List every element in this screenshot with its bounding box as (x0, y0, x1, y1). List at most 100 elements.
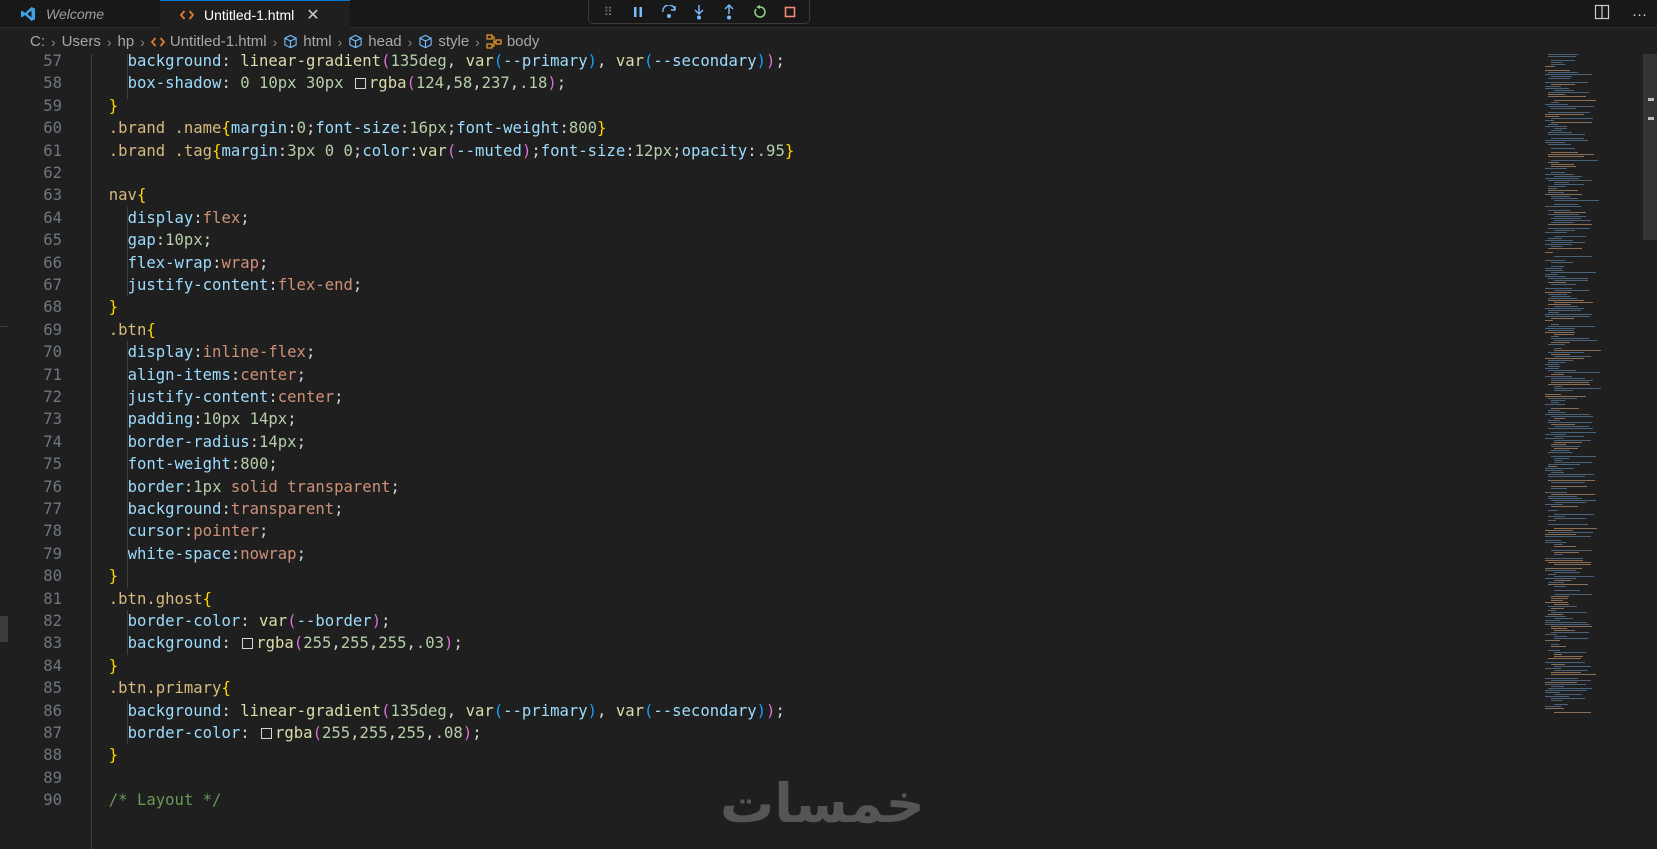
code-line[interactable]: 81 .btn.ghost{ (0, 588, 1520, 612)
minimap-line (1554, 348, 1562, 349)
minimap-line (1554, 576, 1594, 577)
close-icon[interactable]: ✕ (306, 5, 319, 25)
code-line[interactable]: 86 background: linear-gradient(135deg, v… (0, 700, 1520, 724)
code-line[interactable]: 82 border-color: var(--border); (0, 610, 1520, 634)
minimap-line (1551, 646, 1566, 647)
code-line[interactable]: 88 } (0, 744, 1520, 768)
code-line[interactable]: 77 background:transparent; (0, 498, 1520, 522)
breadcrumb-html[interactable]: html (303, 33, 331, 50)
code-line[interactable]: 70 display:inline-flex; (0, 341, 1520, 365)
minimap-line (1548, 300, 1584, 301)
minimap-line (1554, 216, 1586, 217)
code-line[interactable]: 76 border:1px solid transparent; (0, 476, 1520, 500)
minimap-line (1551, 698, 1585, 699)
step-out-icon[interactable] (718, 2, 740, 22)
code-line[interactable]: 64 display:flex; (0, 207, 1520, 231)
code-line[interactable]: 69 .btn{ (0, 319, 1520, 343)
code-line[interactable]: 75 font-weight:800; (0, 453, 1520, 477)
minimap-line (1548, 428, 1593, 429)
minimap-line (1551, 118, 1593, 119)
minimap-line (1548, 330, 1574, 331)
minimap-line (1548, 476, 1585, 477)
code-line[interactable]: 84 } (0, 655, 1520, 679)
minimap-line (1548, 298, 1577, 299)
minimap-line (1545, 74, 1592, 75)
code-line[interactable]: 79 white-space:nowrap; (0, 543, 1520, 567)
code-line[interactable]: 59 } (0, 95, 1520, 119)
code-line[interactable]: 58 box-shadow: 0 10px 30px rgba(124,58,2… (0, 72, 1520, 96)
minimap-line (1548, 366, 1560, 367)
more-actions-icon[interactable]: ··· (1632, 6, 1647, 23)
scrollbar-thumb[interactable] (1643, 54, 1657, 240)
minimap-line (1554, 390, 1573, 391)
code-line[interactable]: 73 padding:10px 14px; (0, 408, 1520, 432)
line-number: 74 (43, 432, 62, 451)
code-line[interactable]: 63 nav{ (0, 184, 1520, 208)
code-line[interactable]: 71 align-items:center; (0, 364, 1520, 388)
code-line[interactable]: 61 .brand .tag{margin:3px 0 0;color:var(… (0, 140, 1520, 164)
code-line[interactable]: 57 background: linear-gradient(135deg, v… (0, 54, 1520, 74)
minimap-line (1554, 694, 1582, 695)
code-line[interactable]: 83 background: rgba(255,255,255,.03); (0, 632, 1520, 656)
code-text: border-color: var(--border); (127, 612, 391, 630)
color-swatch[interactable] (242, 638, 254, 650)
minimap-line (1554, 462, 1592, 463)
tab-untitled-1-html[interactable]: Untitled-1.html ✕ (160, 0, 350, 28)
code-line[interactable]: 67 justify-content:flex-end; (0, 274, 1520, 298)
minimap-line (1545, 696, 1569, 697)
code-line[interactable]: 62 (0, 162, 1520, 186)
drag-handle-icon[interactable]: ⠿ (597, 2, 619, 22)
code-line[interactable]: 74 border-radius:14px; (0, 431, 1520, 455)
breadcrumb-head[interactable]: head (368, 33, 401, 50)
breadcrumb-file[interactable]: Untitled-1.html (170, 33, 267, 50)
color-swatch[interactable] (261, 728, 273, 739)
stop-icon[interactable] (779, 2, 801, 22)
code-line[interactable]: 85 .btn.primary{ (0, 677, 1520, 701)
minimap-line (1548, 210, 1570, 211)
code-line[interactable]: 65 gap:10px; (0, 229, 1520, 253)
breadcrumb-style[interactable]: style (438, 33, 469, 50)
breadcrumb-users[interactable]: Users (62, 33, 101, 50)
line-number: 85 (43, 679, 62, 698)
minimap-line (1551, 444, 1566, 445)
minimap-line (1551, 500, 1596, 501)
breadcrumb-hp[interactable]: hp (118, 33, 135, 50)
minimap[interactable] (1530, 54, 1645, 849)
code-line[interactable]: 72 justify-content:center; (0, 386, 1520, 410)
minimap-line (1548, 72, 1578, 73)
code-text: .btn{ (108, 320, 156, 339)
minimap-line (1545, 468, 1574, 469)
code-line[interactable]: 68 } (0, 296, 1520, 320)
pause-icon[interactable] (627, 2, 649, 22)
minimap-line (1554, 436, 1584, 437)
code-line[interactable]: 66 flex-wrap:wrap; (0, 252, 1520, 276)
minimap-line (1545, 542, 1566, 543)
code-line[interactable]: 60 .brand .name{margin:0;font-size:16px;… (0, 117, 1520, 141)
code-line[interactable]: 78 cursor:pointer; (0, 520, 1520, 544)
minimap-line (1551, 626, 1592, 627)
minimap-line (1548, 294, 1567, 295)
debug-toolbar: ⠿ (588, 0, 810, 24)
minimap-line (1554, 100, 1596, 101)
step-over-icon[interactable] (658, 2, 680, 22)
breadcrumb: C: › Users › hp › Untitled-1.html › html… (0, 29, 1630, 54)
restart-icon[interactable] (749, 2, 771, 22)
code-line[interactable]: 87 border-color: rgba(255,255,255,.08); (0, 722, 1520, 746)
code-editor[interactable]: 57 background: linear-gradient(135deg, v… (0, 54, 1520, 849)
color-swatch[interactable] (354, 78, 366, 90)
minimap-line (1551, 102, 1559, 103)
tab-welcome[interactable]: Welcome (0, 0, 160, 28)
line-number: 70 (43, 343, 62, 362)
minimap-line (1548, 214, 1579, 215)
breadcrumb-body[interactable]: body (507, 33, 540, 50)
minimap-line (1545, 396, 1586, 397)
minimap-line (1551, 450, 1569, 451)
minimap-line (1545, 82, 1588, 83)
minimap-line (1548, 420, 1560, 421)
breadcrumb-drive[interactable]: C: (30, 33, 45, 50)
split-editor-icon[interactable] (1594, 4, 1610, 24)
code-line[interactable]: 80 } (0, 565, 1520, 589)
step-into-icon[interactable] (688, 2, 710, 22)
minimap-line (1548, 106, 1594, 107)
minimap-line (1548, 96, 1586, 97)
